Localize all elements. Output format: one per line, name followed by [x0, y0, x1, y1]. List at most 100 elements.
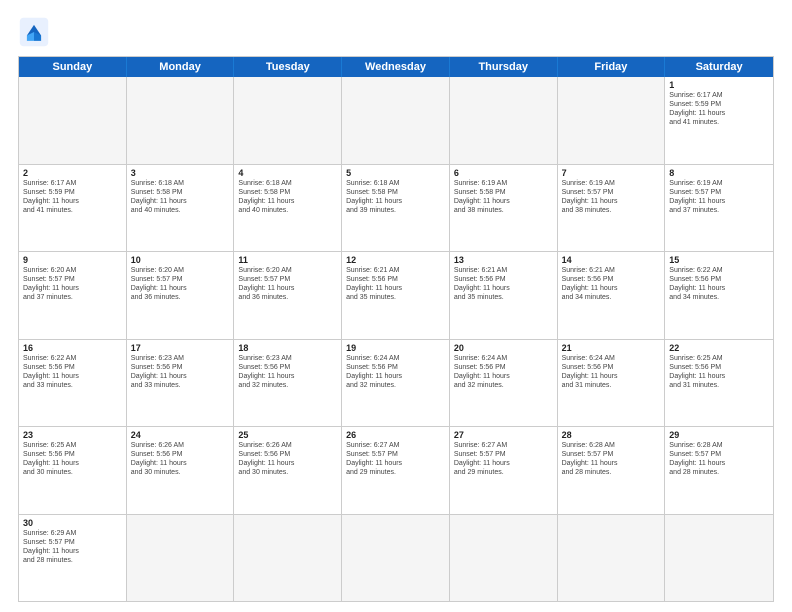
day-info: Sunrise: 6:28 AM Sunset: 5:57 PM Dayligh… — [669, 441, 769, 477]
calendar-body: 1Sunrise: 6:17 AM Sunset: 5:59 PM Daylig… — [19, 77, 773, 601]
day-number: 19 — [346, 343, 445, 353]
calendar-row: 2Sunrise: 6:17 AM Sunset: 5:59 PM Daylig… — [19, 164, 773, 252]
calendar-cell: 11Sunrise: 6:20 AM Sunset: 5:57 PM Dayli… — [234, 252, 342, 339]
header — [18, 16, 774, 48]
day-number: 30 — [23, 518, 122, 528]
calendar-header: SundayMondayTuesdayWednesdayThursdayFrid… — [19, 57, 773, 77]
day-number: 7 — [562, 168, 661, 178]
weekday-header: Sunday — [19, 57, 127, 77]
day-number: 21 — [562, 343, 661, 353]
weekday-header: Thursday — [450, 57, 558, 77]
weekday-header: Monday — [127, 57, 235, 77]
day-info: Sunrise: 6:26 AM Sunset: 5:56 PM Dayligh… — [131, 441, 230, 477]
day-number: 26 — [346, 430, 445, 440]
calendar-cell: 16Sunrise: 6:22 AM Sunset: 5:56 PM Dayli… — [19, 340, 127, 427]
calendar-cell: 7Sunrise: 6:19 AM Sunset: 5:57 PM Daylig… — [558, 165, 666, 252]
calendar-page: SundayMondayTuesdayWednesdayThursdayFrid… — [0, 0, 792, 612]
calendar-row: 9Sunrise: 6:20 AM Sunset: 5:57 PM Daylig… — [19, 251, 773, 339]
day-info: Sunrise: 6:23 AM Sunset: 5:56 PM Dayligh… — [131, 354, 230, 390]
calendar-cell: 28Sunrise: 6:28 AM Sunset: 5:57 PM Dayli… — [558, 427, 666, 514]
day-number: 9 — [23, 255, 122, 265]
calendar-cell — [234, 77, 342, 164]
calendar-cell: 8Sunrise: 6:19 AM Sunset: 5:57 PM Daylig… — [665, 165, 773, 252]
day-number: 5 — [346, 168, 445, 178]
calendar-cell: 10Sunrise: 6:20 AM Sunset: 5:57 PM Dayli… — [127, 252, 235, 339]
calendar-cell: 19Sunrise: 6:24 AM Sunset: 5:56 PM Dayli… — [342, 340, 450, 427]
day-number: 16 — [23, 343, 122, 353]
day-info: Sunrise: 6:22 AM Sunset: 5:56 PM Dayligh… — [23, 354, 122, 390]
day-info: Sunrise: 6:23 AM Sunset: 5:56 PM Dayligh… — [238, 354, 337, 390]
day-info: Sunrise: 6:28 AM Sunset: 5:57 PM Dayligh… — [562, 441, 661, 477]
calendar-cell — [127, 515, 235, 602]
calendar-cell: 25Sunrise: 6:26 AM Sunset: 5:56 PM Dayli… — [234, 427, 342, 514]
day-number: 4 — [238, 168, 337, 178]
calendar-cell: 15Sunrise: 6:22 AM Sunset: 5:56 PM Dayli… — [665, 252, 773, 339]
calendar-row: 23Sunrise: 6:25 AM Sunset: 5:56 PM Dayli… — [19, 426, 773, 514]
day-number: 10 — [131, 255, 230, 265]
calendar-cell: 13Sunrise: 6:21 AM Sunset: 5:56 PM Dayli… — [450, 252, 558, 339]
day-number: 22 — [669, 343, 769, 353]
day-info: Sunrise: 6:27 AM Sunset: 5:57 PM Dayligh… — [454, 441, 553, 477]
day-info: Sunrise: 6:18 AM Sunset: 5:58 PM Dayligh… — [346, 179, 445, 215]
day-info: Sunrise: 6:19 AM Sunset: 5:57 PM Dayligh… — [562, 179, 661, 215]
calendar-cell: 24Sunrise: 6:26 AM Sunset: 5:56 PM Dayli… — [127, 427, 235, 514]
day-number: 17 — [131, 343, 230, 353]
day-info: Sunrise: 6:25 AM Sunset: 5:56 PM Dayligh… — [669, 354, 769, 390]
day-info: Sunrise: 6:21 AM Sunset: 5:56 PM Dayligh… — [346, 266, 445, 302]
calendar-cell: 4Sunrise: 6:18 AM Sunset: 5:58 PM Daylig… — [234, 165, 342, 252]
weekday-header: Tuesday — [234, 57, 342, 77]
day-info: Sunrise: 6:19 AM Sunset: 5:57 PM Dayligh… — [669, 179, 769, 215]
day-number: 1 — [669, 80, 769, 90]
day-info: Sunrise: 6:24 AM Sunset: 5:56 PM Dayligh… — [454, 354, 553, 390]
day-info: Sunrise: 6:22 AM Sunset: 5:56 PM Dayligh… — [669, 266, 769, 302]
day-info: Sunrise: 6:17 AM Sunset: 5:59 PM Dayligh… — [669, 91, 769, 127]
calendar-cell: 12Sunrise: 6:21 AM Sunset: 5:56 PM Dayli… — [342, 252, 450, 339]
calendar-cell: 5Sunrise: 6:18 AM Sunset: 5:58 PM Daylig… — [342, 165, 450, 252]
day-info: Sunrise: 6:19 AM Sunset: 5:58 PM Dayligh… — [454, 179, 553, 215]
calendar-cell: 14Sunrise: 6:21 AM Sunset: 5:56 PM Dayli… — [558, 252, 666, 339]
day-number: 2 — [23, 168, 122, 178]
calendar-cell: 29Sunrise: 6:28 AM Sunset: 5:57 PM Dayli… — [665, 427, 773, 514]
day-number: 12 — [346, 255, 445, 265]
calendar-cell — [234, 515, 342, 602]
day-info: Sunrise: 6:21 AM Sunset: 5:56 PM Dayligh… — [454, 266, 553, 302]
calendar-cell: 9Sunrise: 6:20 AM Sunset: 5:57 PM Daylig… — [19, 252, 127, 339]
day-number: 13 — [454, 255, 553, 265]
calendar-cell: 21Sunrise: 6:24 AM Sunset: 5:56 PM Dayli… — [558, 340, 666, 427]
calendar-cell — [342, 77, 450, 164]
calendar-cell — [558, 77, 666, 164]
day-info: Sunrise: 6:26 AM Sunset: 5:56 PM Dayligh… — [238, 441, 337, 477]
day-info: Sunrise: 6:25 AM Sunset: 5:56 PM Dayligh… — [23, 441, 122, 477]
weekday-header: Wednesday — [342, 57, 450, 77]
day-number: 14 — [562, 255, 661, 265]
calendar-cell — [127, 77, 235, 164]
day-number: 24 — [131, 430, 230, 440]
calendar-cell: 6Sunrise: 6:19 AM Sunset: 5:58 PM Daylig… — [450, 165, 558, 252]
day-number: 29 — [669, 430, 769, 440]
calendar-cell: 3Sunrise: 6:18 AM Sunset: 5:58 PM Daylig… — [127, 165, 235, 252]
calendar-cell: 2Sunrise: 6:17 AM Sunset: 5:59 PM Daylig… — [19, 165, 127, 252]
day-number: 23 — [23, 430, 122, 440]
weekday-header: Saturday — [665, 57, 773, 77]
calendar-cell — [450, 515, 558, 602]
calendar-cell: 27Sunrise: 6:27 AM Sunset: 5:57 PM Dayli… — [450, 427, 558, 514]
day-number: 11 — [238, 255, 337, 265]
calendar-cell: 20Sunrise: 6:24 AM Sunset: 5:56 PM Dayli… — [450, 340, 558, 427]
calendar-cell: 22Sunrise: 6:25 AM Sunset: 5:56 PM Dayli… — [665, 340, 773, 427]
calendar-cell — [19, 77, 127, 164]
day-number: 25 — [238, 430, 337, 440]
day-info: Sunrise: 6:27 AM Sunset: 5:57 PM Dayligh… — [346, 441, 445, 477]
day-info: Sunrise: 6:21 AM Sunset: 5:56 PM Dayligh… — [562, 266, 661, 302]
logo-icon — [18, 16, 50, 48]
calendar-cell — [450, 77, 558, 164]
calendar-cell — [665, 515, 773, 602]
calendar-cell: 23Sunrise: 6:25 AM Sunset: 5:56 PM Dayli… — [19, 427, 127, 514]
day-number: 28 — [562, 430, 661, 440]
weekday-header: Friday — [558, 57, 666, 77]
logo — [18, 16, 54, 48]
calendar: SundayMondayTuesdayWednesdayThursdayFrid… — [18, 56, 774, 602]
day-number: 27 — [454, 430, 553, 440]
day-info: Sunrise: 6:18 AM Sunset: 5:58 PM Dayligh… — [238, 179, 337, 215]
day-info: Sunrise: 6:20 AM Sunset: 5:57 PM Dayligh… — [23, 266, 122, 302]
calendar-cell: 18Sunrise: 6:23 AM Sunset: 5:56 PM Dayli… — [234, 340, 342, 427]
